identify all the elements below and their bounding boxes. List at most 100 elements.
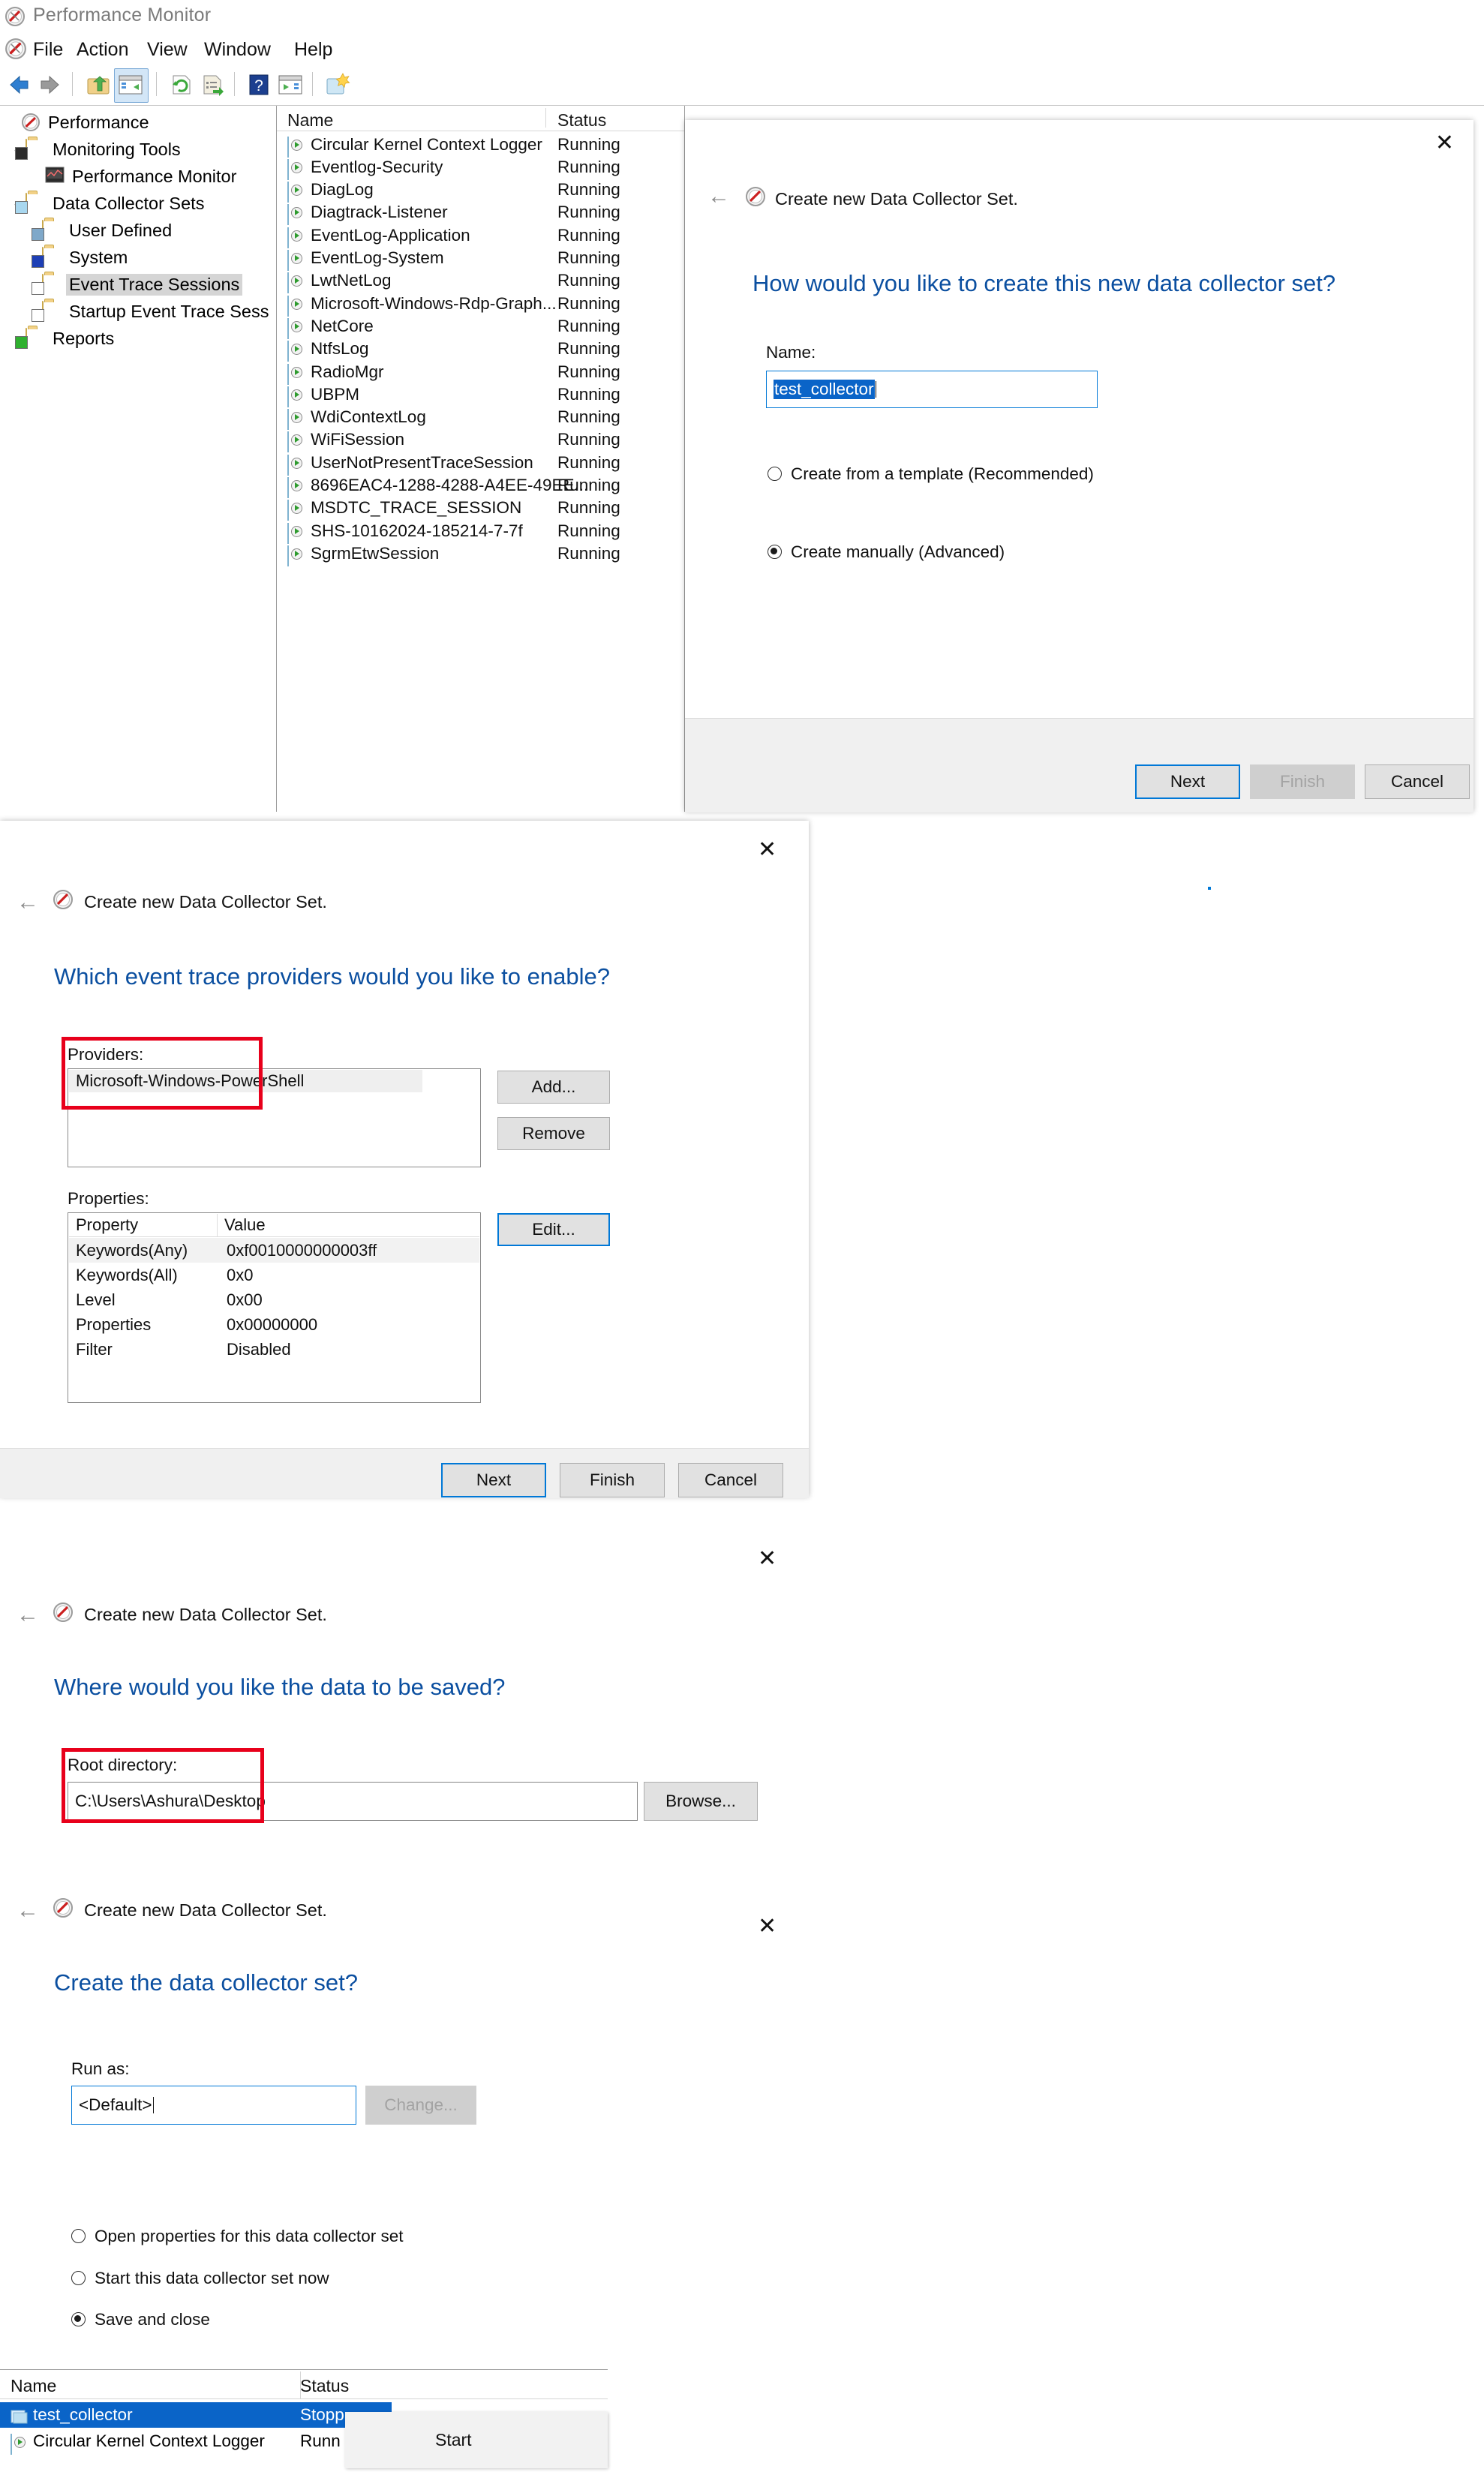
radio-create-from-template-label[interactable]: Create from a template (Recommended) [791, 464, 1094, 484]
tree-item-monitoring-tools[interactable]: ⌄ Monitoring Tools [0, 136, 276, 163]
table-row[interactable]: SHS-10162024-185214-7-7f Running [277, 519, 684, 544]
edit-properties-button[interactable]: Edit... [497, 1213, 610, 1246]
tree-item-reports[interactable]: › Reports [0, 325, 276, 352]
properties-icon[interactable] [276, 71, 305, 99]
table-row[interactable]: Circular Kernel Context Logger Running [277, 133, 684, 158]
table-row[interactable]: UBPM Running [277, 383, 684, 407]
export-list-icon[interactable] [198, 71, 227, 99]
table-row[interactable]: WiFiSession Running [277, 428, 684, 453]
up-folder-icon[interactable] [84, 71, 113, 99]
session-status: Running [557, 362, 620, 381]
cancel-button-1[interactable]: Cancel [1365, 764, 1470, 799]
table-row[interactable]: DiagLog Running [277, 179, 684, 203]
tree-item-startup-event-trace-sessions[interactable]: Startup Event Trace Sess [0, 298, 276, 325]
back-icon[interactable] [5, 71, 33, 99]
back-arrow-icon[interactable]: ← [707, 185, 730, 208]
radio-save-and-close[interactable] [71, 2312, 86, 2326]
radio-open-properties-label[interactable]: Open properties for this data collector … [95, 2227, 403, 2246]
refresh-icon[interactable] [167, 71, 195, 99]
run-as-input[interactable]: <Default> [71, 2086, 356, 2125]
table-row[interactable]: NetCore Running [277, 314, 684, 339]
property-row[interactable]: Level 0x00 [69, 1287, 479, 1312]
root-directory-input[interactable]: C:\Users\Ashura\Desktop [68, 1782, 638, 1821]
bottom-row-circular-kernel[interactable]: Circular Kernel Context Logger Runn [0, 2428, 341, 2455]
etw-session-icon [287, 317, 305, 339]
new-window-icon[interactable] [323, 71, 351, 99]
tree-item-label: System [69, 247, 128, 267]
tree-item-system[interactable]: › System [0, 244, 276, 271]
properties-grid[interactable]: Property Value Keywords(Any) 0xf001000000… [68, 1212, 481, 1403]
property-column-header[interactable]: Property [76, 1214, 138, 1236]
radio-save-and-close-label[interactable]: Save and close [95, 2310, 210, 2329]
table-row[interactable]: WdiContextLog Running [277, 406, 684, 431]
etw-session-icon [287, 363, 305, 385]
provider-item[interactable]: Microsoft-Windows-PowerShell [69, 1070, 422, 1092]
session-name: DiagLog [311, 180, 374, 200]
property-row[interactable]: Filter Disabled [69, 1337, 479, 1362]
session-name: Microsoft-Windows-Rdp-Graph... [311, 293, 557, 313]
table-row[interactable]: RadioMgr Running [277, 360, 684, 385]
table-row[interactable]: 8696EAC4-1288-4288-A4EE-49EE... Running [277, 474, 684, 498]
help-icon[interactable]: ? [245, 71, 273, 99]
table-row[interactable]: Eventlog-Security Running [277, 155, 684, 180]
bottom-column-divider [300, 2371, 301, 2398]
browse-button[interactable]: Browse... [644, 1782, 758, 1821]
tree-item-performance[interactable]: Performance [0, 109, 276, 136]
menubar: File Action View Window Help [0, 33, 1484, 65]
bottom-row-name: Circular Kernel Context Logger [33, 2431, 265, 2450]
close-icon-2[interactable]: ✕ [758, 837, 777, 863]
next-button-2[interactable]: Next [441, 1463, 546, 1497]
column-divider[interactable] [545, 108, 546, 128]
radio-create-manually-label[interactable]: Create manually (Advanced) [791, 542, 1005, 562]
column-header-name[interactable]: Name [287, 110, 333, 131]
tree-item-data-collector-sets[interactable]: ⌄ Data Collector Sets [0, 190, 276, 217]
table-row[interactable]: MSDTC_TRACE_SESSION Running [277, 497, 684, 521]
value-column-header[interactable]: Value [224, 1214, 266, 1236]
next-button-1[interactable]: Next [1135, 764, 1240, 799]
table-row[interactable]: EventLog-Application Running [277, 224, 684, 248]
radio-start-now-label[interactable]: Start this data collector set now [95, 2269, 329, 2288]
bottom-column-header-status[interactable]: Status [300, 2376, 349, 2396]
radio-open-properties[interactable] [71, 2229, 86, 2243]
folder-etw-icon [32, 274, 65, 295]
radio-create-from-template[interactable] [768, 467, 782, 481]
table-row[interactable]: EventLog-System Running [277, 247, 684, 271]
name-input[interactable]: test_collector [766, 371, 1098, 408]
providers-listbox[interactable]: Microsoft-Windows-PowerShell [68, 1068, 481, 1167]
table-row[interactable]: UserNotPresentTraceSession Running [277, 451, 684, 476]
property-row[interactable]: Properties 0x00000000 [69, 1312, 479, 1337]
close-icon[interactable]: ✕ [1435, 132, 1454, 155]
bottom-column-header-name[interactable]: Name [11, 2376, 56, 2396]
forward-icon[interactable] [36, 71, 65, 99]
bottom-row-test-collector[interactable]: test_collector Stopp [0, 2402, 392, 2428]
menu-item-file[interactable]: File [33, 39, 63, 61]
remove-provider-button[interactable]: Remove [497, 1117, 610, 1150]
menu-item-action[interactable]: Action [77, 39, 128, 61]
menu-item-help[interactable]: Help [294, 39, 332, 61]
context-menu-item-start[interactable]: Start [435, 2430, 472, 2450]
cancel-button-2[interactable]: Cancel [678, 1463, 783, 1497]
table-row[interactable]: SgrmEtwSession Running [277, 542, 684, 566]
tree-item-event-trace-sessions[interactable]: Event Trace Sessions [0, 271, 276, 298]
back-arrow-icon-2[interactable]: ← [17, 890, 39, 915]
property-row[interactable]: Keywords(Any) 0xf0010000000003ff [69, 1238, 479, 1263]
tree-item-performance-monitor[interactable]: Performance Monitor [0, 163, 276, 190]
finish-button-2[interactable]: Finish [560, 1463, 665, 1497]
radio-create-manually[interactable] [768, 545, 782, 559]
show-hide-console-tree-icon[interactable] [116, 71, 145, 99]
table-row[interactable]: Diagtrack-Listener Running [277, 201, 684, 226]
radio-start-now[interactable] [71, 2271, 86, 2285]
property-row[interactable]: Keywords(All) 0x0 [69, 1263, 479, 1287]
menu-item-window[interactable]: Window [204, 39, 271, 61]
add-provider-button[interactable]: Add... [497, 1071, 610, 1104]
back-arrow-icon-3[interactable]: ← [17, 1602, 39, 1628]
column-header-status[interactable]: Status [557, 110, 606, 131]
tree-item-user-defined[interactable]: › User Defined [0, 217, 276, 244]
close-icon-4[interactable]: ✕ [758, 1913, 777, 1939]
back-arrow-icon-4[interactable]: ← [17, 1898, 39, 1924]
table-row[interactable]: NtfsLog Running [277, 338, 684, 362]
table-row[interactable]: LwtNetLog Running [277, 269, 684, 294]
menu-item-view[interactable]: View [147, 39, 188, 61]
table-row[interactable]: Microsoft-Windows-Rdp-Graph... Running [277, 292, 684, 317]
close-icon-3[interactable]: ✕ [758, 1545, 777, 1572]
